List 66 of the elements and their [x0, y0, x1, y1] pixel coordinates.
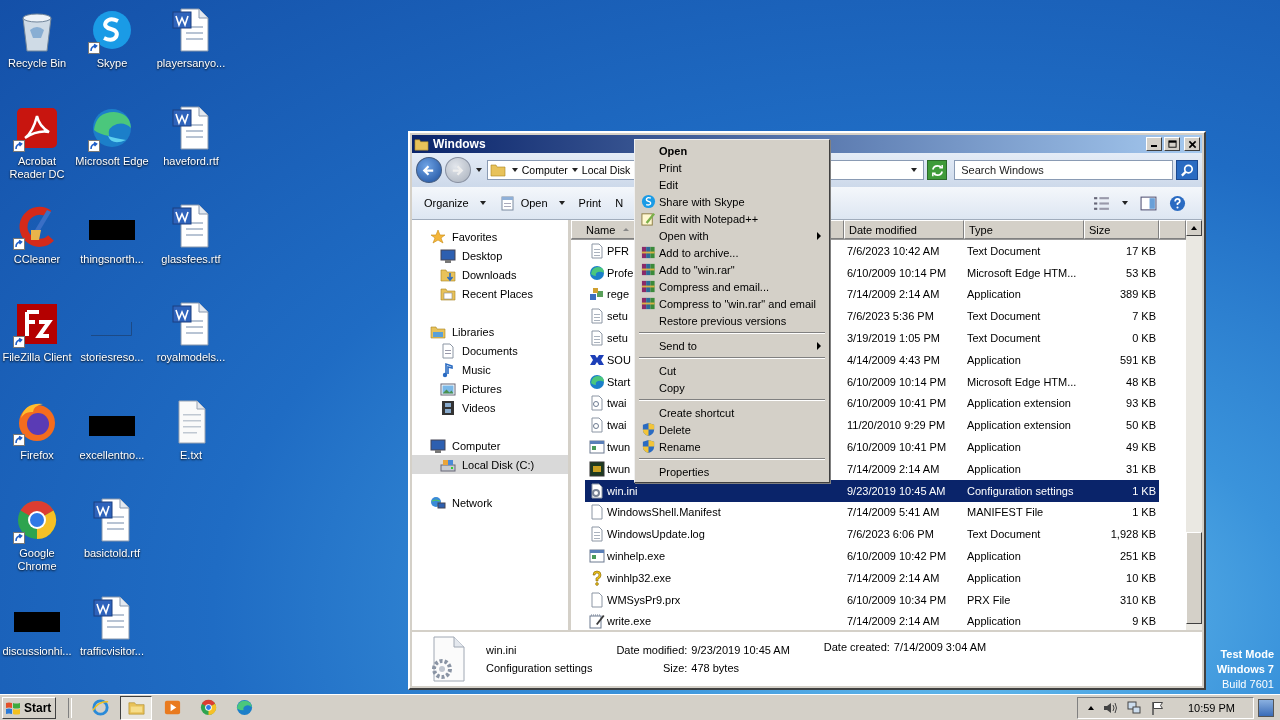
file-type: Microsoft Edge HTM...	[966, 266, 1078, 279]
modified-date: 7/6/2023 5:36 PM	[846, 310, 935, 323]
file-name: win.ini	[486, 644, 518, 656]
file-type: Application	[966, 550, 1022, 563]
file-size: 7 KB	[1131, 310, 1157, 323]
file-type: Configuration settings	[486, 662, 593, 674]
test-mode-text: Test Mode	[1220, 647, 1274, 662]
file-size: 591 KB	[1118, 353, 1157, 366]
file-size: 49 KB	[1125, 441, 1157, 454]
modified-date: 6/10/2009 10:41 PM	[846, 397, 948, 410]
file-type: Application extension	[966, 397, 1072, 410]
field-value: 9/23/2019 10:45 AM	[691, 644, 790, 656]
file-size: 0 KB	[1131, 332, 1157, 345]
file-size: 1 KB	[1131, 506, 1157, 519]
file-type: Application	[966, 353, 1022, 366]
field-label: Date modified:	[616, 644, 688, 656]
file-type: Configuration settings	[966, 484, 1075, 497]
field-label: Size:	[661, 662, 688, 674]
file-size: 48 KB	[1125, 375, 1157, 388]
file-type: Application extension	[966, 419, 1072, 432]
modified-date: 7/6/2023 10:42 AM	[846, 244, 941, 257]
file-type: Application	[966, 288, 1022, 301]
modified-date: 7/14/2009 2:14 AM	[846, 462, 941, 475]
file-type: Text Document	[966, 332, 1042, 345]
file-size: 53 KB	[1125, 266, 1157, 279]
file-type: Application	[966, 441, 1022, 454]
modified-date: 11/20/2010 9:29 PM	[846, 419, 947, 432]
file-size: 1 KB	[1131, 484, 1157, 497]
modified-date: 6/10/2009 10:41 PM	[846, 441, 948, 454]
modified-date: 6/10/2009 10:34 PM	[846, 593, 948, 606]
modified-date: 6/10/2009 10:14 PM	[846, 266, 948, 279]
file-size: 1,928 KB	[1109, 528, 1157, 541]
file-size: 10 KB	[1125, 571, 1157, 584]
file-size: 93 KB	[1125, 397, 1157, 410]
field-value: 7/14/2009 3:04 AM	[893, 641, 987, 653]
window-title: Windows	[433, 137, 486, 151]
modified-date: 7/14/2009 5:41 AM	[846, 506, 941, 519]
file-type: PRX File	[966, 593, 1012, 606]
modified-date: 7/6/2023 6:06 PM	[846, 528, 935, 541]
modified-date: 7/14/2009 2:14 AM	[846, 288, 941, 301]
modified-date: 4/14/2009 4:43 PM	[846, 353, 941, 366]
test-mode-text: Build 7601	[1222, 677, 1274, 692]
file-size: 31 KB	[1125, 462, 1157, 475]
file-size: 17 KB	[1125, 244, 1157, 257]
file-type: Application	[966, 571, 1022, 584]
modified-date: 7/14/2009 2:14 AM	[846, 571, 941, 584]
modified-date: 6/10/2009 10:42 PM	[846, 550, 948, 563]
file-size: 50 KB	[1125, 419, 1157, 432]
test-mode-text: Windows 7	[1216, 662, 1274, 677]
file-type: Text Document	[966, 310, 1042, 323]
file-type: Application	[966, 462, 1022, 475]
file-type: Text Document	[966, 244, 1042, 257]
modified-date: 7/14/2009 2:14 AM	[846, 615, 941, 628]
field-label: Date created:	[823, 641, 890, 653]
file-type: Text Document	[966, 528, 1042, 541]
file-size: 9 KB	[1131, 615, 1157, 628]
modified-date: 6/10/2009 10:14 PM	[846, 375, 948, 388]
file-type: MANIFEST File	[966, 506, 1045, 519]
modified-date: 3/19/2019 1:05 PM	[846, 332, 941, 345]
file-size: 310 KB	[1118, 593, 1157, 606]
modified-date: 9/23/2019 10:45 AM	[846, 484, 947, 497]
file-type: Application	[966, 615, 1022, 628]
file-size: 251 KB	[1118, 550, 1157, 563]
file-type: Microsoft Edge HTM...	[966, 375, 1078, 388]
file-size: 389 KB	[1118, 288, 1157, 301]
field-value: 478 bytes	[691, 662, 741, 674]
